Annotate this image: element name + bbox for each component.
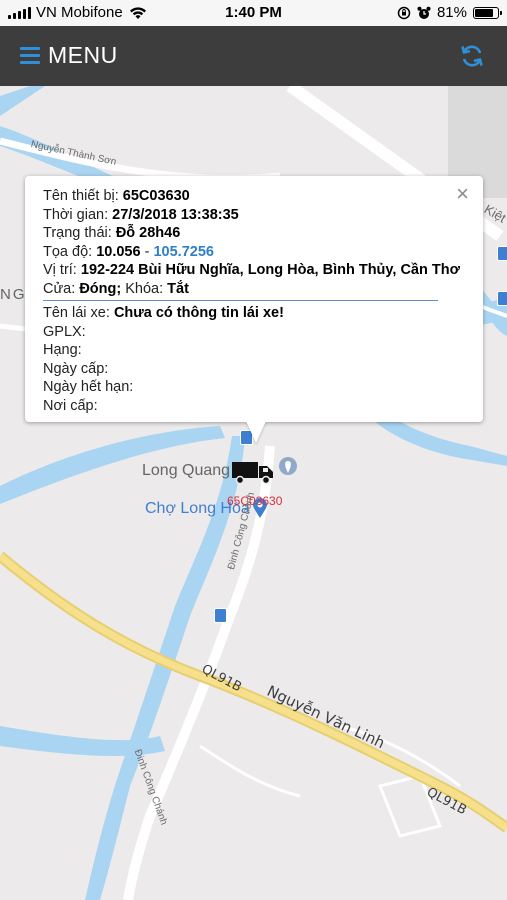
vehicle-info-popup: × Tên thiết bị: 65C03630 Thời gian: 27/3…	[25, 176, 483, 422]
door-row: Cửa: Đóng; Khóa: Tắt	[43, 280, 465, 299]
popup-pointer	[246, 421, 266, 443]
license-row: GPLX:	[43, 323, 465, 342]
driver-label: Tên lái xe:	[43, 305, 110, 321]
driver-row: Tên lái xe: Chưa có thông tin lái xe!	[43, 304, 465, 323]
device-label: Tên thiết bị:	[43, 188, 119, 204]
issue-date-row: Ngày cấp:	[43, 360, 465, 379]
lock-label: Khóa:	[125, 280, 164, 297]
battery-percent: 81%	[436, 4, 467, 21]
location-value: 192-224 Bùi Hữu Nghĩa, Long Hòa, Bình Th…	[80, 262, 460, 278]
door-value: Đóng;	[79, 280, 122, 297]
door-label: Cửa:	[43, 280, 76, 297]
map-label-ng: NG	[0, 286, 27, 303]
issue-date-label: Ngày cấp:	[43, 360, 109, 377]
vehicle-plate-label[interactable]: 65C03630	[227, 494, 282, 508]
coord-separator: -	[144, 243, 150, 260]
rotation-lock-icon	[397, 6, 411, 19]
coord-lat: 10.056	[96, 243, 141, 260]
location-row: Vị trí: 192-224 Bùi Hữu Nghĩa, Long Hòa,…	[43, 261, 465, 280]
battery-icon	[473, 6, 502, 19]
coord-label: Tọa độ:	[43, 243, 93, 260]
menu-button[interactable]: MENU	[20, 42, 118, 69]
driver-value: Chưa có thông tin lái xe!	[113, 305, 284, 321]
popup-divider	[43, 300, 438, 301]
coord-lng: 105.7256	[153, 243, 214, 260]
class-row: Hạng:	[43, 341, 465, 360]
issue-place-row: Nơi cấp:	[43, 397, 465, 416]
bus-stop-icon[interactable]	[214, 608, 227, 623]
status-right: 81%	[397, 4, 502, 21]
license-label: GPLX:	[43, 323, 86, 340]
lock-value: Tắt	[167, 280, 189, 297]
device-row: Tên thiết bị: 65C03630	[43, 187, 465, 206]
time-label: Thời gian:	[43, 206, 109, 223]
expiry-row: Ngày hết hạn:	[43, 378, 465, 397]
time-row: Thời gian: 27/3/2018 13:38:35	[43, 206, 465, 225]
coord-row: Tọa độ: 10.056 - 105.7256	[43, 243, 465, 262]
app-header: MENU	[0, 26, 507, 86]
hamburger-icon	[20, 47, 40, 64]
location-label: Vị trí:	[43, 262, 77, 278]
class-label: Hạng:	[43, 342, 82, 358]
location-pin-icon[interactable]	[278, 456, 298, 476]
status-bar: VN Mobifone 1:40 PM 81%	[0, 0, 507, 26]
refresh-icon[interactable]	[459, 43, 485, 69]
close-icon[interactable]: ×	[456, 183, 469, 205]
poi-long-quang[interactable]: Long Quang	[142, 462, 230, 480]
device-value: 65C03630	[122, 188, 190, 204]
state-value: Đỗ 28h46	[115, 225, 181, 241]
issue-place-label: Nơi cấp:	[43, 397, 98, 414]
state-label: Trạng thái:	[43, 225, 112, 241]
menu-label: MENU	[48, 42, 118, 68]
time-value: 27/3/2018 13:38:35	[112, 206, 239, 223]
alarm-icon	[417, 6, 431, 19]
bus-stop-icon[interactable]	[497, 246, 507, 261]
expiry-label: Ngày hết hạn:	[43, 379, 134, 395]
state-row: Trạng thái: Đỗ 28h46	[43, 224, 465, 243]
truck-icon[interactable]	[232, 460, 274, 484]
bus-stop-icon[interactable]	[497, 291, 507, 306]
